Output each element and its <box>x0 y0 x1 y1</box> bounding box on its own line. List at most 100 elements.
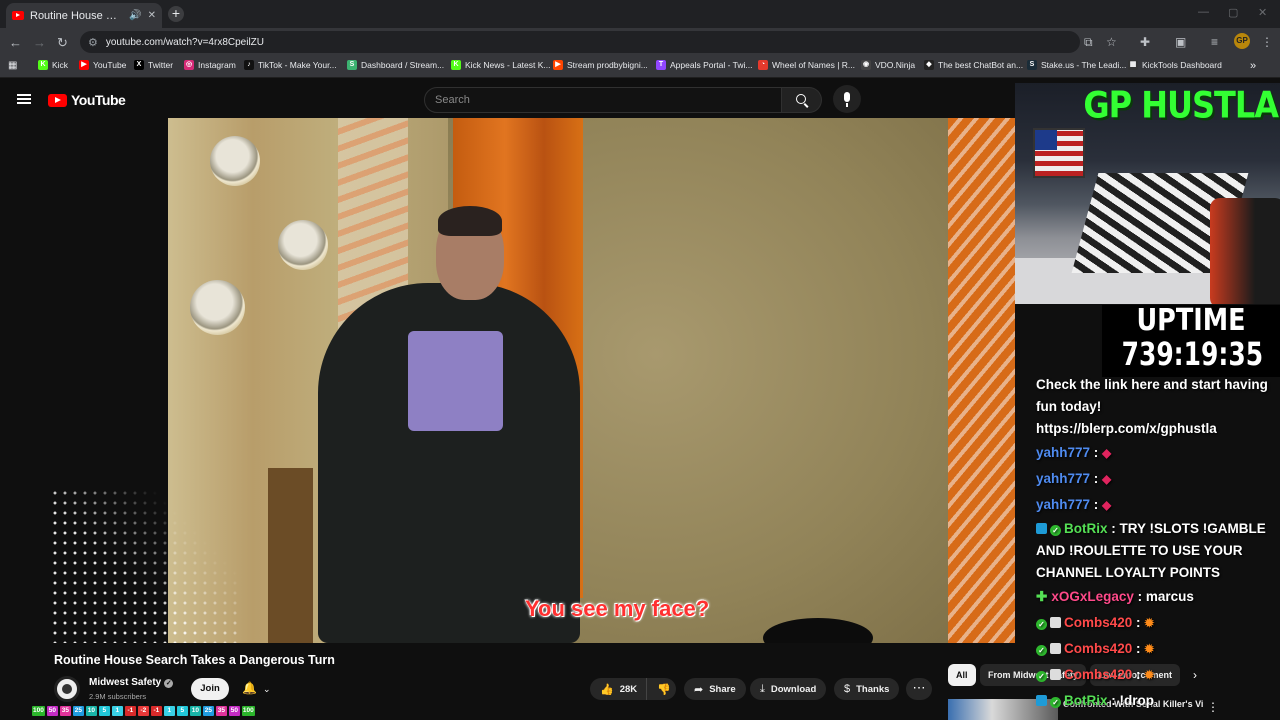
channel-avatar[interactable] <box>54 676 80 702</box>
bookmark-item[interactable]: ▶ YouTube <box>79 60 126 70</box>
bookmark-item[interactable]: ♪ TikTok - Make Your... <box>244 60 337 70</box>
bookmark-item[interactable]: S Stake.us - The Leadi... <box>1027 60 1126 70</box>
site-info-icon[interactable]: ⚙ <box>88 36 98 49</box>
share-button[interactable]: ➦ Share <box>684 678 746 700</box>
bookmark-item[interactable]: X Twitter <box>134 60 173 70</box>
browser-menu-icon[interactable]: ⋮ <box>1261 35 1273 49</box>
bookmark-item[interactable]: K Kick <box>38 60 68 70</box>
voice-search-mic-icon[interactable] <box>833 85 861 113</box>
menu-hamburger-icon[interactable] <box>17 94 31 104</box>
maximize-icon[interactable]: ▢ <box>1228 6 1238 19</box>
youtube-favicon-icon <box>12 11 24 20</box>
bookmark-favicon-icon: ▦ <box>1128 60 1138 70</box>
youtube-logo-text: YouTube <box>71 92 126 108</box>
bookmark-favicon-icon: ◆ <box>924 60 934 70</box>
bookmark-favicon-icon: S <box>347 60 357 70</box>
moderator-badge-icon <box>1050 643 1061 654</box>
close-window-icon[interactable]: ✕ <box>1258 6 1267 19</box>
new-tab-button[interactable]: + <box>168 6 184 22</box>
sub-goal-badge: 5 <box>98 706 110 716</box>
extensions-icon[interactable]: ✚ <box>1140 35 1150 49</box>
notification-bell-icon[interactable]: 🔔 ⌄ <box>242 681 271 695</box>
speaker-icon[interactable]: 🔊 <box>129 10 141 21</box>
sub-goal-badge: -2 <box>137 706 149 716</box>
search-icon <box>796 94 806 104</box>
search-input[interactable]: Search <box>424 87 782 113</box>
sub-goal-badge: -1 <box>150 706 162 716</box>
bookmark-favicon-icon: K <box>38 60 48 70</box>
bookmarks-bar: ▦ K Kick ▶ YouTube X Twitter ◎ Instagram ♪ TikTok… <box>0 56 1280 78</box>
apps-grid-icon[interactable]: ▦ <box>8 60 17 71</box>
bookmark-item[interactable]: ▦ KickTools Dashboard <box>1128 60 1222 70</box>
streamer-name-overlay: GP HUSTLA <box>1083 83 1279 127</box>
address-bar[interactable]: ⚙ youtube.com/watch?v=4rx8CpeilZU <box>80 31 1080 53</box>
tab-title: Routine House Search Takes a Dangerous T… <box>30 9 123 22</box>
video-scene-counter <box>268 468 313 643</box>
bookmark-item[interactable]: ▶ Stream prodbybigni... <box>553 60 648 70</box>
bookmark-item[interactable]: ◆ The best ChatBot an... <box>924 60 1023 70</box>
bookmark-favicon-icon: ▶ <box>553 60 563 70</box>
bookmark-label: TikTok - Make Your... <box>258 60 337 70</box>
chat-username: Combs420 <box>1064 615 1133 630</box>
bookmark-item[interactable]: ◉ VDO.Ninja <box>861 60 915 70</box>
download-label: Download <box>770 683 817 695</box>
dislike-button[interactable]: 👎 <box>646 678 676 700</box>
minimize-icon[interactable]: — <box>1198 6 1209 18</box>
bookmark-item[interactable]: ◎ Instagram <box>184 60 236 70</box>
youtube-logo[interactable]: YouTube <box>48 92 126 108</box>
channel-name[interactable]: Midwest Safety ✓ <box>89 677 174 688</box>
sub-goal-badge: 25 <box>202 706 214 716</box>
sub-goal-badge: 1 <box>111 706 123 716</box>
bookmark-item[interactable]: S Dashboard / Stream... <box>347 60 444 70</box>
gem-emote-icon: ◆ <box>1102 498 1112 512</box>
verified-badge-icon: ✓ <box>1036 645 1047 656</box>
chat-message: yahh777 : ◆ <box>1036 440 1280 466</box>
chevron-down-icon: ⌄ <box>262 684 271 694</box>
chat-separator: : <box>1132 641 1145 656</box>
chat-separator: : <box>1133 589 1146 604</box>
bookmarks-overflow-icon[interactable]: » <box>1250 60 1256 72</box>
webcam-gaming-chair <box>1210 198 1280 304</box>
more-actions-button[interactable]: ⋯ <box>906 678 932 700</box>
reload-icon[interactable]: ↻ <box>57 35 68 51</box>
video-player[interactable]: You see my face? <box>168 118 1015 643</box>
bookmark-favicon-icon: ◔ <box>758 60 768 70</box>
sub-goal-badge: 50 <box>46 706 58 716</box>
thanks-button[interactable]: $ Thanks <box>834 678 900 700</box>
forward-icon[interactable]: → <box>33 35 46 50</box>
chat-username: BotRix <box>1064 693 1108 708</box>
chip-all[interactable]: All <box>948 664 976 686</box>
profile-avatar-icon[interactable]: GP <box>1234 33 1250 49</box>
bookmark-item[interactable]: ◔ Wheel of Names | R... <box>758 60 855 70</box>
super-thanks-icon: $ <box>844 683 851 695</box>
browser-tab-active[interactable]: Routine House Search Takes a Dangerous T… <box>6 3 162 28</box>
video-scene-mirror <box>210 136 260 186</box>
sub-goal-badge: 50 <box>228 706 240 716</box>
downloads-icon[interactable]: ≡ <box>1211 35 1218 49</box>
like-button[interactable]: 👍 28K <box>590 678 646 700</box>
chat-separator: : <box>1107 521 1120 536</box>
chat-separator: : <box>1132 615 1145 630</box>
bot-badge-icon <box>1036 695 1047 706</box>
sub-goal-badge: 35 <box>215 706 227 716</box>
close-tab-icon[interactable]: ✕ <box>148 10 156 21</box>
video-title: Routine House Search Takes a Dangerous T… <box>54 653 335 667</box>
bookmark-favicon-icon: S <box>1027 60 1037 70</box>
media-icon[interactable]: ▣ <box>1175 35 1186 49</box>
search-button[interactable] <box>782 87 822 113</box>
back-icon[interactable]: ← <box>9 35 22 50</box>
bookmark-item[interactable]: T Appeals Portal - Twi... <box>656 60 753 70</box>
bookmark-item[interactable]: K Kick News - Latest K... <box>451 60 551 70</box>
chat-username: Combs420 <box>1064 641 1133 656</box>
download-button[interactable]: ⤓ Download <box>750 678 827 700</box>
join-button[interactable]: Join <box>191 678 229 700</box>
chat-text: marcus <box>1145 589 1194 604</box>
chat-promo-text: Check the link here and start having fun… <box>1036 377 1268 414</box>
bookmark-label: YouTube <box>93 60 127 70</box>
bookmark-favicon-icon: ▶ <box>79 60 89 70</box>
cast-icon[interactable]: ⧉ <box>1084 35 1093 50</box>
bookmark-star-icon[interactable]: ☆ <box>1106 35 1117 49</box>
chat-promo-link: https://blerp.com/x/gphustla <box>1036 421 1217 436</box>
bot-badge-icon <box>1036 523 1047 534</box>
uptime-label: UPTIME <box>1136 303 1246 338</box>
